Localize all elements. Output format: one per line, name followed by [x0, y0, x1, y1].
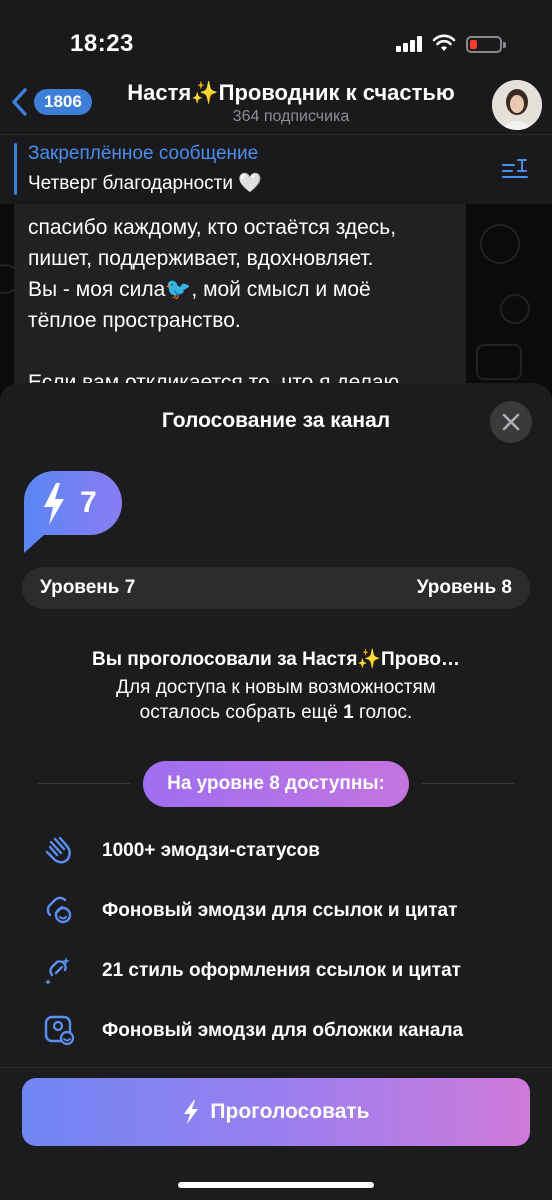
close-button[interactable] [490, 401, 532, 443]
wave-hand-icon [45, 836, 71, 864]
link-emoji-icon [46, 896, 72, 924]
feature-label: Фоновый эмодзи для обложки канала [102, 1020, 464, 1041]
message-line: тёплое пространство. [28, 309, 241, 332]
battery-icon [466, 36, 506, 53]
pinned-indicator [14, 143, 17, 195]
feature-item: Фоновый эмодзи для ссылок и цитат [0, 891, 552, 931]
pin-list-icon[interactable] [500, 157, 530, 183]
voted-desc-line2: осталось собрать ещё 1 голос. [60, 700, 492, 725]
link-sparkle-icon [45, 957, 70, 985]
votes-remaining-count: 1 [343, 702, 354, 723]
vote-button[interactable]: Проголосовать [22, 1078, 530, 1146]
pinned-message[interactable]: Закреплённое сообщение Четверг благодарн… [0, 134, 552, 204]
message-line: Вы - моя сила🐦, мой смысл и моё [28, 278, 371, 301]
status-time: 18:23 [70, 30, 134, 57]
close-icon [502, 413, 520, 431]
message-line: спасибо каждому, кто остаётся здесь, [28, 216, 397, 239]
voted-description: Для доступа к новым возможностям осталос… [60, 675, 492, 725]
current-level-number: 7 [80, 486, 97, 519]
vote-button-label: Проголосовать [210, 1100, 370, 1123]
home-indicator [178, 1182, 374, 1188]
chat-subscriber-count: 364 подписчика [232, 108, 350, 125]
message-bubble: спасибо каждому, кто остаётся здесь, пиш… [14, 204, 466, 404]
level-badge [24, 471, 122, 553]
wifi-icon [432, 34, 456, 51]
feature-label: 21 стиль оформления ссылок и цитат [102, 960, 461, 981]
divider [422, 783, 514, 784]
divider [38, 783, 130, 784]
feature-item: 1000+ эмодзи-статусов [0, 831, 552, 871]
feature-item: 21 стиль оформления ссылок и цитат [0, 951, 552, 991]
lightning-icon [184, 1100, 199, 1124]
feature-label: Фоновый эмодзи для ссылок и цитат [102, 900, 458, 921]
level-progress-bar: Уровень 7 Уровень 8 [22, 567, 530, 609]
voted-title: Вы проголосовали за Настя✨Прово… [92, 649, 460, 670]
divider [0, 1067, 552, 1068]
feature-label: 1000+ эмодзи-статусов [102, 840, 320, 861]
unlock-features-pill: На уровне 8 доступны: [143, 761, 409, 807]
chat-title[interactable]: Настя✨Проводник к счастью [108, 80, 474, 106]
level-from-label: Уровень 7 [40, 577, 136, 598]
level-to-label: Уровень 8 [416, 577, 512, 598]
cover-emoji-icon [44, 1015, 75, 1046]
pinned-title: Закреплённое сообщение [28, 143, 259, 164]
channel-avatar[interactable] [492, 80, 542, 130]
feature-item: Фоновый эмодзи для обложки канала [0, 1011, 552, 1051]
back-button[interactable]: 1806 [8, 86, 92, 118]
boost-sheet: Голосование за канал 7 Уровень 7 Уровень… [0, 383, 552, 1200]
message-line [28, 336, 399, 367]
message-line: пишет, поддерживает, вдохновляет. [28, 247, 374, 270]
chevron-left-icon [12, 88, 27, 116]
chat-header: 1806 Настя✨Проводник к счастью 364 подпи… [0, 78, 552, 134]
signal-icon [396, 36, 424, 52]
sheet-title: Голосование за канал [161, 409, 391, 432]
voted-desc-suffix: голос. [353, 702, 413, 723]
unread-count-badge: 1806 [34, 89, 92, 115]
voted-desc-prefix: осталось собрать ещё [139, 702, 344, 723]
voted-desc-line1: Для доступа к новым возможностям [116, 677, 436, 698]
status-bar: 18:23 [0, 0, 552, 78]
pinned-text: Четверг благодарности 🤍 [28, 173, 262, 194]
